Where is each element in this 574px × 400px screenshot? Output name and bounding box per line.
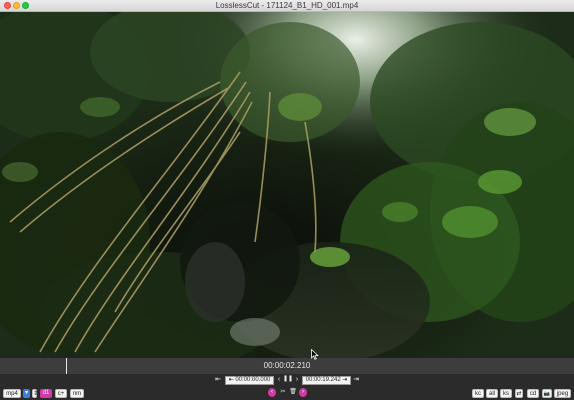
seek-next-keyframe-button[interactable]: › (299, 388, 307, 397)
next-frame-icon[interactable]: › (294, 375, 300, 384)
toggle-nm-button[interactable]: nm (70, 389, 84, 398)
trash-icon[interactable]: 🗑 (289, 388, 297, 397)
cut-start-time-value: 00:00:00.000 (235, 377, 271, 383)
toggle-c-plus-button[interactable]: c+ (55, 389, 67, 398)
format-toggle-icon[interactable]: ⇕ (32, 389, 38, 398)
video-player[interactable] (0, 12, 574, 358)
video-frame (0, 12, 574, 358)
seek-prev-keyframe-button[interactable]: ‹ (268, 388, 276, 397)
toggle-ks-button[interactable]: ks (500, 389, 512, 398)
cut-end-time-value: 00:00:19.242 (305, 377, 341, 383)
title-bar: LosslessCut - 171124_B1_HD_001.mp4 (0, 0, 574, 12)
pause-button[interactable]: ❚❚ (283, 375, 293, 384)
cut-start-time-field[interactable]: ⇤ 00:00:00.000 (225, 376, 274, 385)
mouse-cursor-icon (311, 349, 319, 360)
jump-to-end-icon[interactable]: ⇥ (352, 375, 360, 384)
cut-end-time-field[interactable]: 00:00:19.242 ⇥ (302, 376, 351, 385)
current-time-label: 00:00:02.210 (263, 361, 311, 370)
jump-to-start-icon[interactable]: ⇤ (214, 375, 222, 384)
camera-icon[interactable]: 📷 (542, 389, 552, 398)
toggle-cd-button[interactable]: cd (527, 389, 539, 398)
app-window: LosslessCut - 171124_B1_HD_001.mp4 00:00… (0, 0, 574, 400)
swap-icon[interactable]: ⇄ (515, 389, 523, 398)
set-cut-end-icon[interactable]: ⇥ (342, 377, 347, 383)
toggle-d1-button[interactable]: d1 (40, 389, 52, 398)
format-dropdown-icon[interactable]: ▾ (23, 389, 30, 398)
prev-frame-icon[interactable]: ‹ (276, 375, 282, 384)
screenshot-format-select[interactable]: jpeg (554, 389, 571, 398)
format-select[interactable]: mp4 (3, 389, 21, 398)
toggle-all-button[interactable]: all (486, 389, 498, 398)
control-bar: ⇤ ⇤ 00:00:00.000 ‹ ❚❚ › 00:00:19.242 ⇥ ⇥… (0, 374, 574, 400)
set-cut-start-icon[interactable]: ⇤ (229, 377, 234, 383)
toggle-kc-button[interactable]: kc (472, 389, 484, 398)
window-title: LosslessCut - 171124_B1_HD_001.mp4 (215, 1, 359, 10)
timeline-scrubber[interactable]: 00:00:02.210 (0, 349, 574, 374)
cut-icon[interactable]: ✂ (278, 388, 288, 397)
